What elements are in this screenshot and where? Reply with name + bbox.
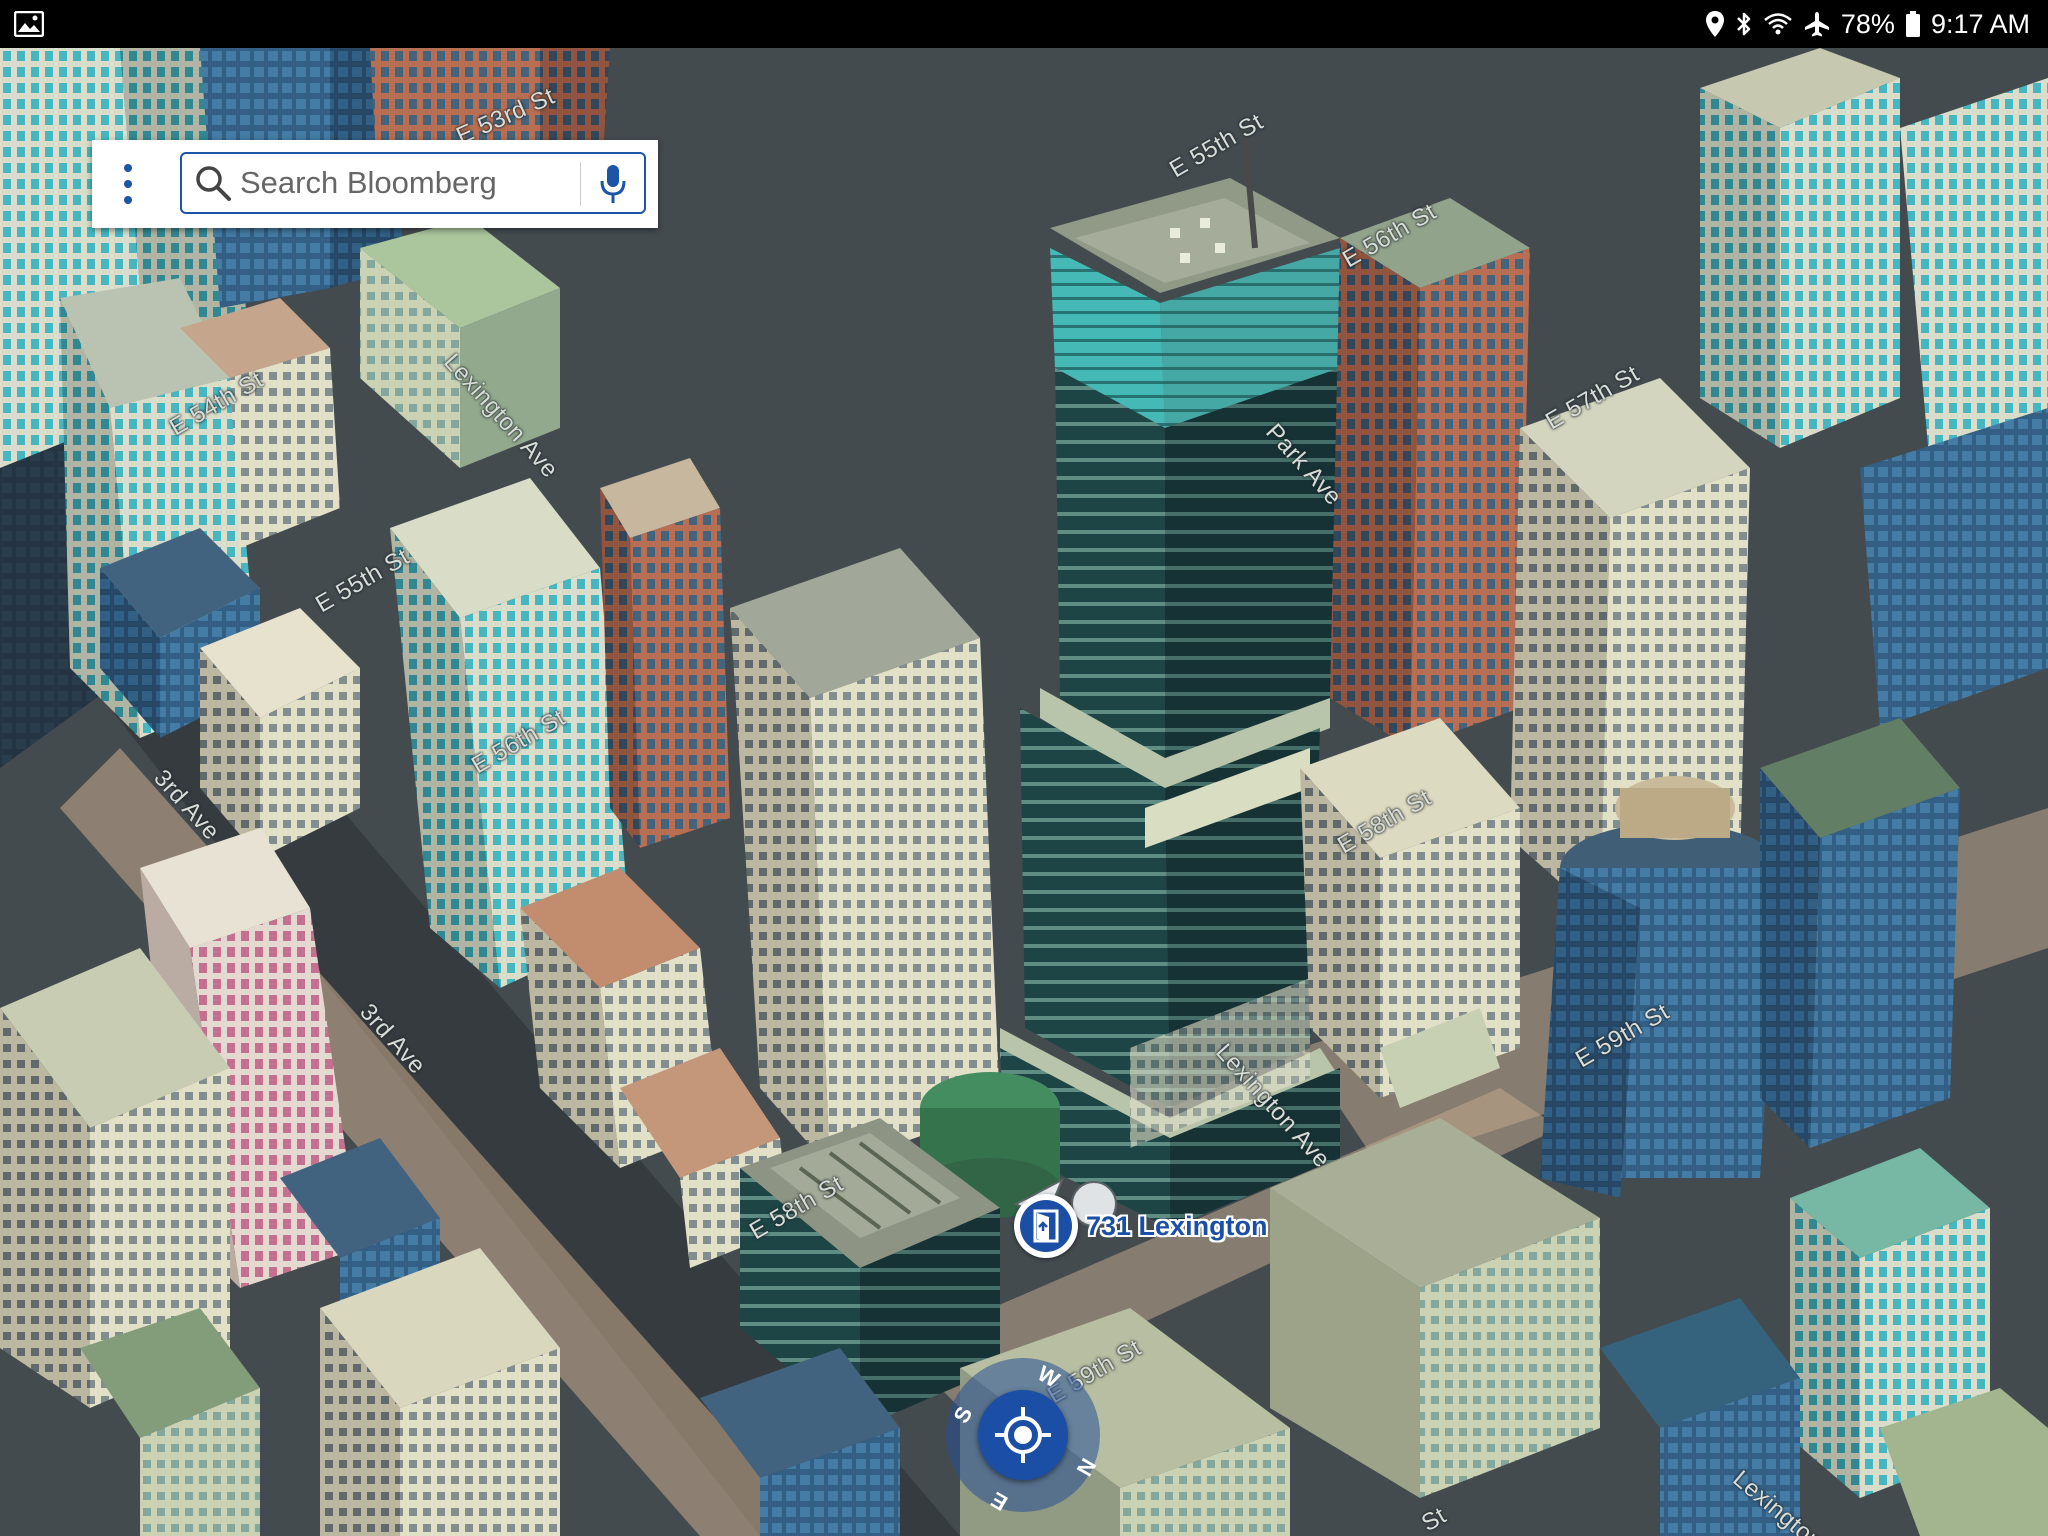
overflow-menu-button[interactable]: [110, 158, 146, 210]
clock: 9:17 AM: [1930, 8, 2030, 39]
battery-icon: [1905, 10, 1921, 38]
menu-dot: [124, 164, 132, 172]
location-icon: [1705, 10, 1725, 38]
compass[interactable]: S W N E: [946, 1358, 1101, 1516]
airplane-icon: [1803, 10, 1831, 38]
search-field[interactable]: [180, 152, 646, 214]
crosshair-icon: [995, 1407, 1051, 1463]
microphone-icon[interactable]: [590, 160, 636, 208]
battery-percent: 78%: [1840, 8, 1895, 39]
wifi-icon: [1763, 11, 1793, 37]
bluetooth-icon: [1735, 10, 1753, 38]
building-entrance-icon[interactable]: [1014, 1194, 1078, 1258]
status-bar: 78% 9:17 AM: [0, 0, 2048, 48]
poi-marker[interactable]: 731 Lexington: [1014, 1194, 1268, 1258]
search-input[interactable]: [240, 162, 580, 204]
menu-dot: [124, 180, 132, 188]
map-3d-buildings[interactable]: [0, 48, 2048, 1536]
poi-label[interactable]: 731 Lexington: [1086, 1211, 1268, 1242]
my-location-button[interactable]: [978, 1390, 1068, 1480]
menu-dot: [124, 196, 132, 204]
map-view[interactable]: E 53rd St E 55th St E 56th St Lexington …: [0, 48, 2048, 1536]
search-icon: [194, 164, 232, 207]
divider: [580, 162, 581, 206]
gallery-icon: [13, 10, 45, 38]
app-root: 78% 9:17 AM E 53rd St E 55th St E 56th S…: [0, 0, 2048, 1536]
search-panel: [92, 140, 658, 228]
